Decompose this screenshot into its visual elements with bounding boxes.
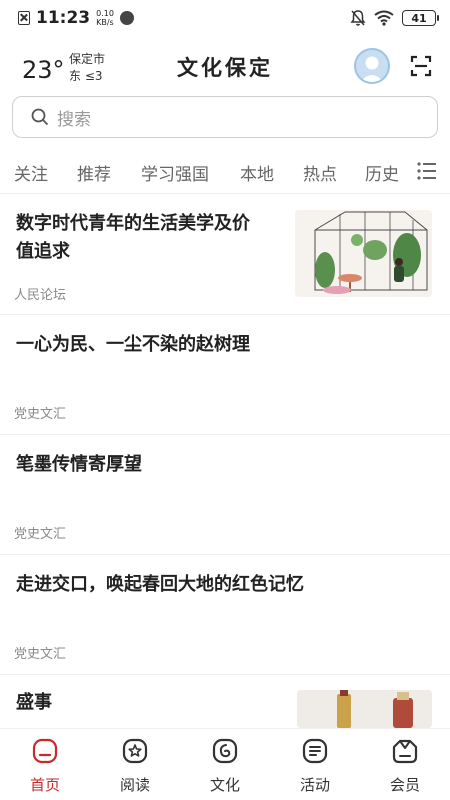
nav-read-label: 阅读	[119, 776, 150, 794]
network-speed-value: 0.10	[96, 9, 114, 18]
article-title-line: 值追求	[16, 241, 70, 262]
app-status-icon	[119, 11, 134, 25]
avatar[interactable]	[354, 48, 390, 84]
list-item[interactable]: 走进交口，唤起春回大地的红色记忆 党史文汇	[0, 555, 450, 675]
article-thumbnail[interactable]	[297, 690, 432, 728]
bottles-photo	[297, 690, 432, 728]
bottom-navigation: 首页 阅读 文化 活动 会员	[0, 728, 450, 800]
article-title: 一心为民、一尘不染的赵树理	[16, 334, 250, 355]
status-time: 11:23	[36, 8, 91, 28]
nav-activity-label: 活动	[299, 776, 330, 794]
greenhouse-illustration	[295, 210, 432, 297]
nav-culture-label: 文化	[209, 776, 240, 794]
nav-home-label: 首页	[29, 776, 60, 794]
article-title: 走进交口，唤起春回大地的红色记忆	[16, 574, 304, 595]
battery-icon: 41	[402, 10, 439, 26]
read-icon	[122, 738, 148, 764]
status-bar: 11:23 0.10 KB/s 41	[0, 0, 450, 36]
article-title: 数字时代青年的生活美学及价 值追求	[16, 210, 250, 266]
nav-home[interactable]: 首页	[0, 737, 90, 795]
channel-menu-icon[interactable]	[416, 160, 438, 182]
tab-follow[interactable]: 关注	[14, 160, 48, 185]
nav-member[interactable]: 会员	[360, 737, 450, 795]
network-speed-unit: KB/s	[96, 18, 114, 27]
culture-icon	[212, 738, 238, 764]
app-header: 23° 保定市 东 ≤3 文化保定	[0, 40, 450, 96]
network-speed: 0.10 KB/s	[96, 9, 114, 27]
article-source: 党史文汇	[14, 407, 67, 422]
wifi-icon	[374, 10, 394, 26]
list-item[interactable]: 一心为民、一尘不染的赵树理 党史文汇	[0, 315, 450, 435]
channel-tabs: 关注 推荐 学习强国 本地 热点 历史	[0, 148, 450, 194]
list-item[interactable]: 笔墨传情寄厚望 党史文汇	[0, 435, 450, 555]
article-title-line: 数字时代青年的生活美学及价	[16, 213, 250, 234]
tab-recommend[interactable]: 推荐	[77, 160, 111, 185]
search-input[interactable]: 搜索	[57, 105, 91, 130]
list-item[interactable]: 数字时代青年的生活美学及价 值追求 人民论坛	[0, 195, 450, 315]
article-source: 党史文汇	[14, 527, 67, 542]
activity-icon	[302, 738, 328, 764]
battery-level: 41	[411, 11, 427, 25]
nav-read[interactable]: 阅读	[90, 737, 180, 795]
member-icon	[392, 739, 418, 764]
article-title: 盛事	[16, 692, 52, 713]
article-title: 笔墨传情寄厚望	[16, 454, 142, 475]
tab-xuexi-qiangguo[interactable]: 学习强国	[141, 160, 209, 185]
nav-culture[interactable]: 文化	[180, 737, 270, 795]
nav-activity[interactable]: 活动	[270, 737, 360, 795]
tab-local[interactable]: 本地	[240, 160, 274, 185]
list-item[interactable]: 盛事	[0, 675, 450, 728]
tab-hot[interactable]: 热点	[303, 160, 337, 185]
search-bar[interactable]: 搜索	[12, 96, 438, 138]
tab-history[interactable]: 历史	[365, 160, 399, 185]
article-thumbnail[interactable]	[295, 210, 432, 297]
home-icon	[32, 738, 58, 764]
scan-icon[interactable]	[410, 55, 432, 77]
notification-icon	[18, 11, 30, 25]
mute-icon	[350, 10, 366, 26]
article-source: 人民论坛	[14, 288, 67, 303]
nav-member-label: 会员	[389, 776, 420, 794]
article-source: 党史文汇	[14, 647, 67, 662]
search-icon	[31, 108, 49, 126]
